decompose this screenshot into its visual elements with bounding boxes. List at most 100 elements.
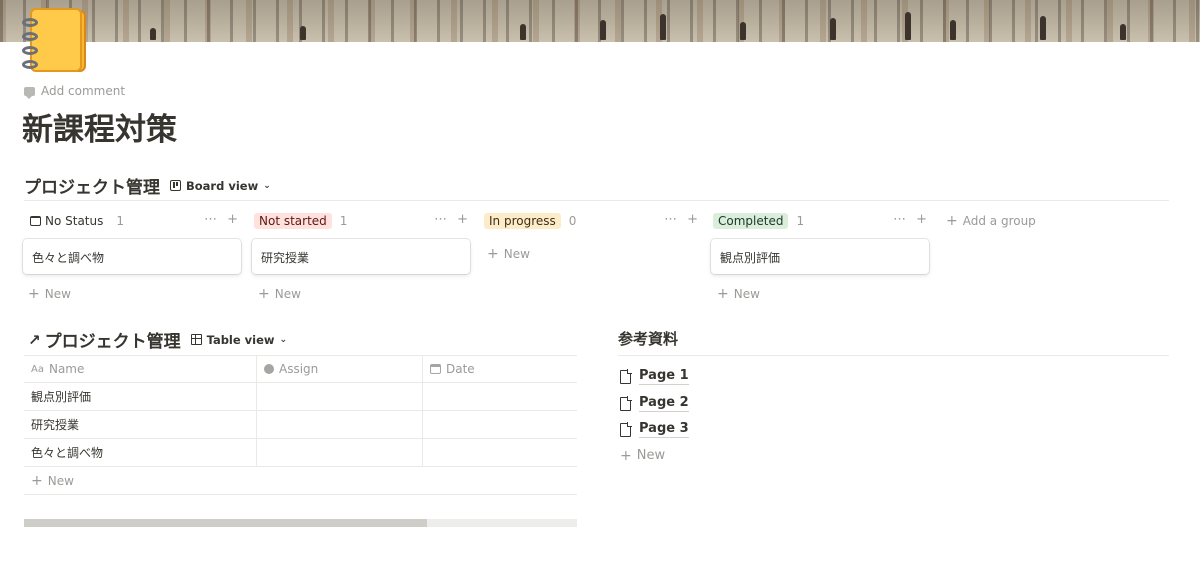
board-new-button[interactable]: + New	[258, 287, 301, 301]
page-link-label: Page 1	[639, 368, 689, 385]
add-comment-button[interactable]: Add comment	[24, 84, 125, 99]
new-label: New	[503, 247, 530, 261]
references-divider	[618, 355, 1169, 356]
plus-icon: +	[620, 447, 632, 464]
cover-detail	[520, 24, 526, 40]
plus-icon: +	[946, 213, 958, 229]
column-header-date[interactable]: Date	[423, 356, 577, 382]
board-new-button[interactable]: + New	[487, 247, 530, 261]
cell-date[interactable]	[423, 439, 577, 466]
group-tools: ⋯ +	[893, 212, 927, 227]
page-icon	[620, 395, 632, 411]
column-label: Date	[446, 362, 475, 376]
group-count: 0	[568, 214, 577, 228]
notebook-ring	[22, 32, 38, 41]
new-label: New	[274, 287, 301, 301]
page-link-3[interactable]: Page 3	[620, 421, 689, 438]
table: Aa Name Assign Date 観点別評価 研究授業 色々と調べ物 + …	[24, 355, 577, 495]
cell-assign[interactable]	[257, 411, 423, 438]
plus-icon[interactable]: +	[916, 212, 927, 227]
cover-detail	[740, 22, 746, 40]
group-tools: ⋯ +	[434, 212, 468, 227]
plus-icon[interactable]: +	[457, 212, 468, 227]
group-label-text: Not started	[259, 214, 327, 228]
add-group-button[interactable]: + Add a group	[946, 214, 1036, 228]
page-link-label: Page 2	[639, 395, 689, 412]
cell-assign[interactable]	[257, 439, 423, 466]
cell-assign[interactable]	[257, 383, 423, 410]
new-label: New	[47, 473, 74, 488]
page-title[interactable]: 新課程対策	[22, 104, 177, 149]
table-db-header: ↗ プロジェクト管理 Table view ⌄	[28, 327, 288, 353]
table-row[interactable]: 観点別評価	[24, 383, 577, 411]
board-new-button[interactable]: + New	[28, 287, 71, 301]
table-row[interactable]: 研究授業	[24, 411, 577, 439]
group-count: 1	[339, 214, 348, 228]
cell-date[interactable]	[423, 411, 577, 438]
comment-icon	[24, 86, 35, 99]
board-group-not-started[interactable]: Not started 1 ⋯ +	[254, 212, 472, 230]
page-icon	[620, 368, 632, 384]
column-label: Assign	[279, 362, 319, 376]
plus-icon[interactable]: +	[227, 212, 238, 227]
group-label-text: No Status	[45, 214, 104, 228]
more-icon[interactable]: ⋯	[664, 212, 677, 227]
column-header-name[interactable]: Aa Name	[24, 356, 257, 382]
notebook-ring	[22, 46, 38, 55]
calendar-icon	[430, 364, 441, 374]
cover-detail	[1040, 16, 1046, 40]
scrollbar-thumb[interactable]	[24, 519, 427, 527]
board-db-title[interactable]: プロジェクト管理	[24, 173, 160, 198]
notebook-ring	[22, 18, 38, 27]
board-card[interactable]: 色々と調べ物	[23, 239, 241, 274]
person-icon	[264, 364, 274, 374]
cell-name[interactable]: 観点別評価	[24, 383, 257, 410]
table-view-label: Table view	[206, 332, 275, 347]
inbox-icon	[30, 216, 41, 226]
board-view-label: Board view	[186, 178, 259, 193]
references-new-button[interactable]: + New	[620, 448, 665, 463]
horizontal-scrollbar[interactable]	[24, 519, 577, 527]
table-row[interactable]: 色々と調べ物	[24, 439, 577, 467]
group-label-pill: In progress	[484, 213, 561, 229]
board-group-completed[interactable]: Completed 1 ⋯ +	[713, 212, 931, 230]
group-label: No Status	[24, 213, 108, 229]
notebook-front	[30, 8, 82, 72]
new-label: New	[636, 448, 666, 463]
chevron-down-icon: ⌄	[279, 334, 288, 345]
board-group-in-progress[interactable]: In progress 0 ⋯ +	[484, 212, 702, 230]
more-icon[interactable]: ⋯	[893, 212, 906, 227]
cover-detail	[150, 28, 156, 40]
new-label: New	[733, 287, 760, 301]
board-card[interactable]: 観点別評価	[711, 239, 929, 274]
page-link-2[interactable]: Page 2	[620, 395, 689, 412]
group-label-pill: Not started	[254, 213, 332, 229]
group-count: 1	[116, 214, 125, 228]
more-icon[interactable]: ⋯	[204, 212, 217, 227]
plus-icon: +	[258, 286, 270, 302]
table-header-row: Aa Name Assign Date	[24, 355, 577, 383]
board-card[interactable]: 研究授業	[252, 239, 470, 274]
table-new-row-button[interactable]: + New	[24, 467, 577, 495]
page-link-1[interactable]: Page 1	[620, 368, 689, 385]
cover-detail	[830, 18, 836, 40]
board-new-button[interactable]: + New	[717, 287, 760, 301]
group-tools: ⋯ +	[204, 212, 238, 227]
board-view-button[interactable]: Board view ⌄	[170, 179, 271, 193]
more-icon[interactable]: ⋯	[434, 212, 447, 227]
table-view-button[interactable]: Table view ⌄	[190, 332, 288, 347]
board-db-header: プロジェクト管理 Board view ⌄	[24, 173, 271, 198]
add-group-label: Add a group	[962, 214, 1036, 228]
chevron-down-icon: ⌄	[263, 180, 271, 191]
plus-icon: +	[717, 286, 729, 302]
column-header-assign[interactable]: Assign	[257, 356, 423, 382]
notebook-icon[interactable]	[20, 6, 90, 76]
table-db-title[interactable]: プロジェクト管理	[45, 327, 181, 352]
group-label-text: Completed	[718, 214, 784, 228]
plus-icon[interactable]: +	[687, 212, 698, 227]
cell-date[interactable]	[423, 383, 577, 410]
cell-name[interactable]: 研究授業	[24, 411, 257, 438]
cover-detail	[300, 26, 306, 40]
cell-name[interactable]: 色々と調べ物	[24, 439, 257, 466]
board-group-no-status[interactable]: No Status 1 ⋯ +	[24, 212, 242, 230]
